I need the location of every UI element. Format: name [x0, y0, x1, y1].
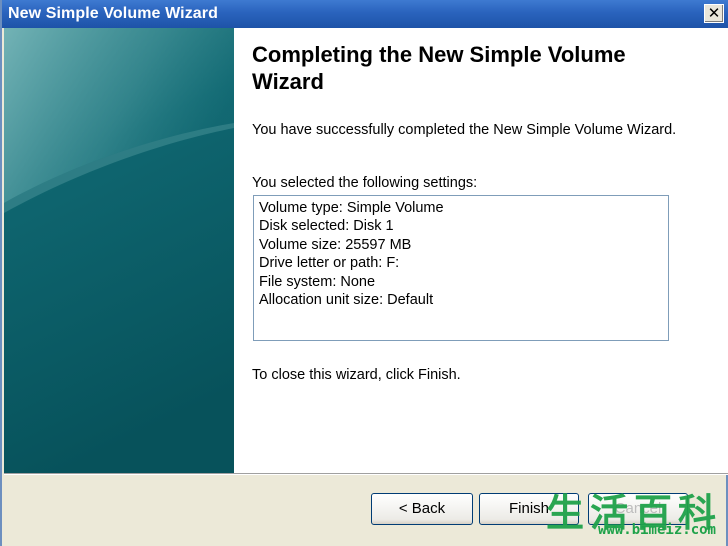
completion-message: You have successfully completed the New …	[252, 122, 677, 138]
window-title: New Simple Volume Wizard	[8, 5, 219, 22]
sidebar-gradient-graphic	[4, 28, 234, 473]
settings-item: File system: None	[259, 273, 376, 290]
watermark: 生活百科 www.bimeiz.com	[522, 482, 722, 542]
settings-list-box[interactable]: Volume type: Simple Volume Disk selected…	[253, 195, 669, 341]
page-title: Completing the New Simple Volume Wizard	[252, 42, 626, 94]
title-bar[interactable]: New Simple Volume Wizard ✕	[2, 0, 728, 28]
back-button[interactable]: < Back	[371, 493, 473, 525]
wizard-window: New Simple Volume Wizard ✕ Completing th…	[0, 0, 728, 546]
settings-item: Allocation unit size: Default	[259, 292, 434, 309]
close-icon: ✕	[707, 5, 721, 22]
wizard-sidebar-banner	[4, 28, 234, 473]
settings-caption: You selected the following settings:	[252, 175, 478, 191]
watermark-url: www.bimeiz.com	[597, 522, 716, 538]
close-button[interactable]: ✕	[704, 4, 724, 23]
settings-item: Disk selected: Disk 1	[259, 218, 394, 235]
wizard-content-panel: Completing the New Simple Volume Wizard …	[234, 28, 728, 473]
settings-item: Volume size: 25597 MB	[259, 236, 412, 253]
settings-item: Drive letter or path: F:	[259, 255, 400, 272]
button-bar-divider	[4, 473, 728, 475]
close-instructions: To close this wizard, click Finish.	[252, 367, 461, 383]
settings-item: Volume type: Simple Volume	[259, 200, 444, 216]
